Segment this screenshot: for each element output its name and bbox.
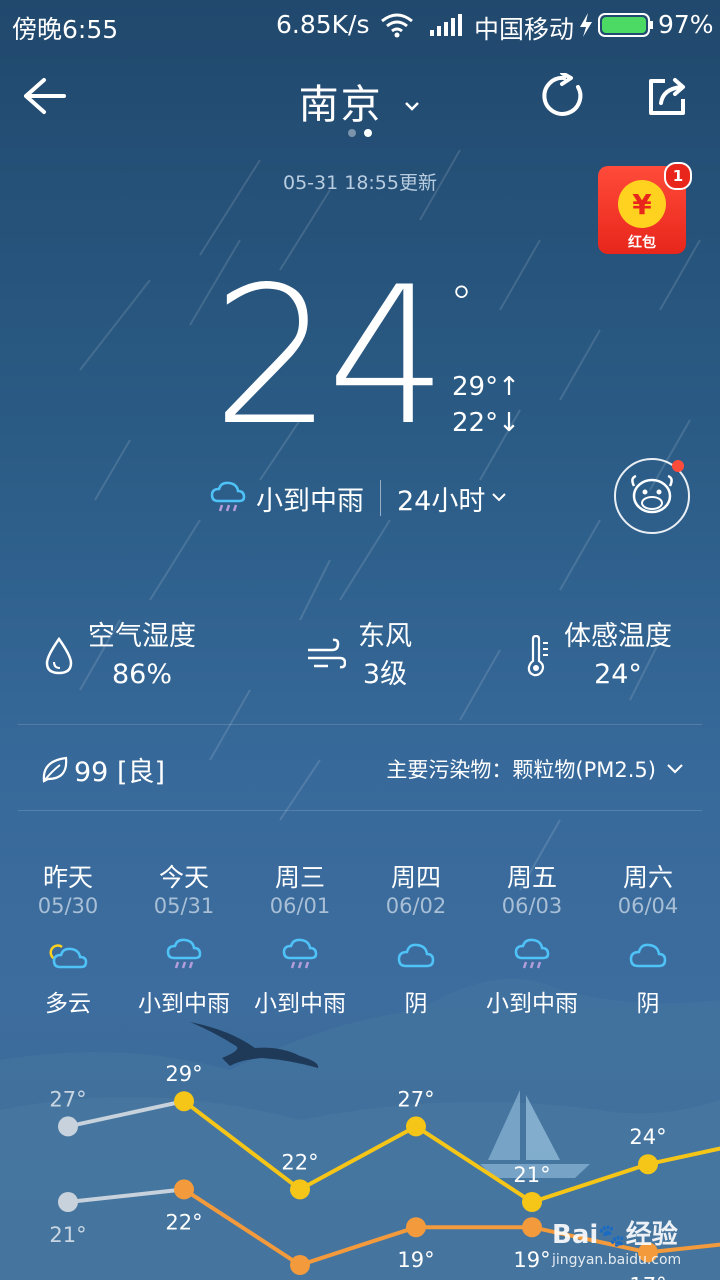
condition-text: 小到中雨 — [256, 485, 364, 517]
wind-value: 3级 — [362, 659, 408, 690]
svg-text:¥: ¥ — [632, 188, 652, 221]
chevron-down-icon — [667, 764, 683, 774]
low-temperature: 22°↓ — [452, 408, 520, 438]
share-button[interactable] — [636, 64, 700, 128]
divider — [18, 810, 702, 811]
data-point — [406, 1217, 426, 1238]
red-packet-label: 红包 — [628, 235, 656, 251]
rain-icon — [282, 938, 318, 969]
low-temp-label: 22° — [165, 1210, 202, 1234]
aqi-indicator[interactable]: 99 [良] — [40, 750, 165, 789]
notification-dot — [672, 460, 684, 472]
city-name: 南京 — [298, 82, 383, 128]
data-point — [638, 1154, 658, 1175]
chevron-down-icon — [492, 493, 507, 502]
rain-icon — [514, 938, 550, 969]
status-bar: 傍晚6:55 6.85K/s 中国移动 97% — [0, 0, 720, 50]
forecast-day-5[interactable]: 周六 06/04 阴 — [590, 858, 706, 1018]
refresh-icon — [542, 73, 583, 116]
yuan-coin-icon: ¥ — [618, 180, 666, 228]
current-temperature: 24 — [212, 246, 448, 467]
red-packet-button[interactable]: ¥ 红包 1 — [598, 162, 692, 254]
metric-humidity: 空气湿度 86% — [42, 618, 196, 694]
series-line — [182, 1099, 720, 1205]
wind-label: 东风 — [358, 621, 412, 652]
mascot-button[interactable] — [614, 458, 690, 534]
current-condition: 小到中雨 24小时 — [210, 476, 507, 520]
data-point — [174, 1091, 194, 1112]
humidity-label: 空气湿度 — [88, 621, 196, 652]
battery-icon — [598, 13, 653, 37]
low-temp-label: 19° — [513, 1248, 550, 1272]
past-series-line — [67, 1187, 185, 1204]
high-temp-label: 22° — [281, 1150, 318, 1174]
rain-icon — [166, 938, 202, 969]
humidity-drop-icon — [45, 636, 73, 675]
pollutant-dropdown[interactable]: 主要污染物：颗粒物(PM2.5) — [386, 754, 684, 784]
pollutant-text: 主要污染物：颗粒物(PM2.5) — [386, 758, 656, 782]
data-point — [406, 1116, 426, 1137]
baidu-watermark: Bai🐾经验 — [552, 1220, 678, 1250]
watermark-url: jingyan.baidu.com — [552, 1252, 682, 1268]
leaf-icon — [42, 756, 68, 783]
hourly-toggle[interactable]: 24小时 — [397, 479, 507, 518]
cloud-icon — [629, 943, 667, 968]
network-speed: 6.85K/s — [276, 10, 370, 39]
high-temp-label: 27° — [397, 1087, 434, 1111]
share-icon — [649, 78, 685, 115]
wifi-icon — [381, 13, 413, 38]
forecast-day-1[interactable]: 今天 05/31 小到中雨 — [126, 858, 242, 1018]
rain-icon — [210, 481, 246, 512]
data-point — [290, 1255, 310, 1275]
aqi-value: 99 [良] — [74, 757, 166, 788]
refresh-button[interactable] — [532, 64, 596, 128]
hourly-label: 24小时 — [397, 485, 486, 517]
data-point — [522, 1217, 542, 1238]
high-temperature: 29°↑ — [452, 372, 520, 402]
data-point — [58, 1192, 78, 1212]
high-temp-label: 27° — [49, 1087, 86, 1111]
degree-symbol: ° — [450, 276, 473, 330]
city-selector[interactable]: 南京 — [0, 72, 720, 130]
high-temp-label: 21° — [513, 1163, 550, 1187]
metric-feels-like: 体感温度 24° — [524, 618, 672, 694]
low-temp-label: 21° — [49, 1223, 86, 1247]
metric-wind: 东风 3级 — [306, 618, 412, 694]
humidity-value: 86% — [111, 659, 172, 690]
charging-icon — [580, 13, 592, 37]
low-temp-label: 17° — [629, 1273, 666, 1280]
data-point — [174, 1179, 194, 1200]
data-point — [522, 1192, 542, 1212]
battery-percent: 97% — [658, 10, 714, 39]
data-point — [290, 1179, 310, 1200]
signal-icon — [430, 14, 462, 36]
carrier-name: 中国移动 — [474, 15, 575, 44]
cloud-icon — [397, 943, 435, 968]
wind-icon — [308, 638, 346, 669]
low-temp-label: 19° — [397, 1248, 434, 1272]
forecast-day-3[interactable]: 周四 06/02 阴 — [358, 858, 474, 1018]
feels-like-value: 24° — [594, 659, 642, 690]
divider — [18, 724, 702, 725]
feels-like-label: 体感温度 — [564, 621, 672, 652]
data-point — [58, 1116, 78, 1137]
notification-badge: 1 — [664, 162, 692, 190]
chevron-down-icon — [405, 102, 420, 111]
forecast-day-4[interactable]: 周五 06/03 小到中雨 — [474, 858, 590, 1018]
thermometer-icon — [527, 635, 548, 677]
high-temp-label: 29° — [165, 1062, 202, 1086]
high-temp-label: 24° — [629, 1125, 666, 1149]
page-indicator — [348, 129, 372, 137]
forecast-day-2[interactable]: 周三 06/01 小到中雨 — [242, 858, 358, 1018]
forecast-day-0[interactable]: 昨天 05/30 多云 — [10, 858, 126, 1018]
status-time: 傍晚6:55 — [12, 15, 119, 44]
partly-cloudy-icon — [49, 944, 88, 969]
